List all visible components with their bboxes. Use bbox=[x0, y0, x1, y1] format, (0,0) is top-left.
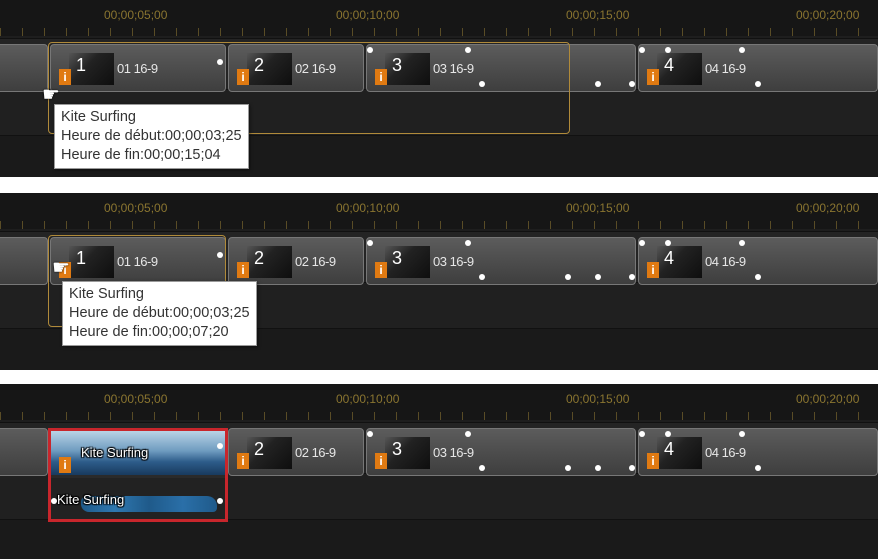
ruler-label: 00;00;10;00 bbox=[336, 201, 400, 215]
timeline-panel-1: 00;00;05;00 00;00;10;00 00;00;15;00 00;0… bbox=[0, 0, 878, 177]
keyframe-handle[interactable] bbox=[595, 274, 601, 280]
timeline-clip-2[interactable]: 2 02 16-9 i bbox=[228, 428, 364, 476]
clip-tooltip: Kite Surfing Heure de début:00;00;03;25 … bbox=[62, 281, 257, 346]
ruler-label: 00;00;10;00 bbox=[336, 392, 400, 406]
clip-number: 4 bbox=[664, 439, 675, 459]
keyframe-handle[interactable] bbox=[367, 431, 373, 437]
info-icon[interactable]: i bbox=[237, 453, 249, 469]
tooltip-start-time: Heure de début:00;00;03;25 bbox=[69, 305, 250, 321]
keyframe-handle[interactable] bbox=[755, 274, 761, 280]
ruler-label: 00;00;05;00 bbox=[104, 201, 168, 215]
audio-clip-label: Kite Surfing bbox=[57, 492, 125, 507]
info-icon[interactable]: i bbox=[375, 262, 387, 278]
keyframe-handle[interactable] bbox=[565, 465, 571, 471]
clip-tooltip: Kite Surfing Heure de début:00;00;03;25 … bbox=[54, 104, 249, 169]
keyframe-handle[interactable] bbox=[465, 431, 471, 437]
keyframe-handle[interactable] bbox=[639, 47, 645, 53]
time-ruler[interactable]: 00;00;05;00 00;00;10;00 00;00;15;00 00;0… bbox=[0, 384, 878, 420]
keyframe-handle[interactable] bbox=[665, 240, 671, 246]
keyframe-handle[interactable] bbox=[51, 498, 57, 504]
timeline-clip[interactable] bbox=[0, 428, 48, 476]
keyframe-handle[interactable] bbox=[665, 47, 671, 53]
ruler-ticks bbox=[0, 412, 878, 420]
ruler-label: 00;00;20;00 bbox=[796, 8, 860, 22]
kite-video-thumbnail: Kite Surfing i bbox=[51, 431, 225, 475]
clip-name: 03 16-9 bbox=[433, 445, 474, 460]
keyframe-handle[interactable] bbox=[367, 240, 373, 246]
tooltip-title: Kite Surfing bbox=[69, 286, 144, 302]
clip-name: 02 16-9 bbox=[295, 254, 336, 269]
clip-number: 2 bbox=[254, 248, 265, 268]
timeline-panel-2: 00;00;05;00 00;00;10;00 00;00;15;00 00;0… bbox=[0, 193, 878, 370]
keyframe-handle[interactable] bbox=[595, 81, 601, 87]
clip-name: 03 16-9 bbox=[433, 254, 474, 269]
clip-number: 4 bbox=[664, 55, 675, 75]
timeline-clip[interactable] bbox=[0, 44, 48, 92]
keyframe-handle[interactable] bbox=[479, 274, 485, 280]
info-icon[interactable]: i bbox=[59, 457, 71, 473]
info-icon[interactable]: i bbox=[375, 453, 387, 469]
selected-kite-surfing-clip[interactable]: Kite Surfing i Kite Surfing bbox=[48, 428, 228, 522]
ruler-label: 00;00;05;00 bbox=[104, 8, 168, 22]
timeline-clip-2[interactable]: 2 02 16-9 i bbox=[228, 237, 364, 285]
ruler-label: 00;00;15;00 bbox=[566, 201, 630, 215]
keyframe-handle[interactable] bbox=[639, 240, 645, 246]
ruler-label: 00;00;15;00 bbox=[566, 8, 630, 22]
tooltip-title: Kite Surfing bbox=[61, 109, 136, 125]
time-ruler[interactable]: 00;00;05;00 00;00;10;00 00;00;15;00 00;0… bbox=[0, 0, 878, 36]
ruler-label: 00;00;20;00 bbox=[796, 201, 860, 215]
clip-number: 2 bbox=[254, 439, 265, 459]
time-ruler[interactable]: 00;00;05;00 00;00;10;00 00;00;15;00 00;0… bbox=[0, 193, 878, 229]
clip-name: 02 16-9 bbox=[295, 445, 336, 460]
info-icon[interactable]: i bbox=[647, 69, 659, 85]
timeline-clip-4[interactable]: 4 04 16-9 i bbox=[638, 428, 878, 476]
info-icon[interactable]: i bbox=[237, 262, 249, 278]
keyframe-handle[interactable] bbox=[755, 465, 761, 471]
clip-number: 3 bbox=[392, 439, 403, 459]
timeline-clip-3[interactable]: 3 03 16-9 i bbox=[366, 428, 636, 476]
clip-number: 3 bbox=[392, 248, 403, 268]
ruler-label: 00;00;15;00 bbox=[566, 392, 630, 406]
timeline-clip[interactable] bbox=[0, 237, 48, 285]
ruler-ticks bbox=[0, 28, 878, 36]
keyframe-handle[interactable] bbox=[755, 81, 761, 87]
ruler-label: 00;00;20;00 bbox=[796, 392, 860, 406]
timeline-clip-4[interactable]: 4 04 16-9 i bbox=[638, 44, 878, 92]
keyframe-handle[interactable] bbox=[739, 240, 745, 246]
keyframe-handle[interactable] bbox=[465, 240, 471, 246]
info-icon[interactable]: i bbox=[647, 453, 659, 469]
ruler-ticks bbox=[0, 221, 878, 229]
audio-track[interactable] bbox=[0, 519, 878, 559]
keyframe-handle[interactable] bbox=[595, 465, 601, 471]
keyframe-handle[interactable] bbox=[629, 465, 635, 471]
kite-audio-waveform: Kite Surfing bbox=[51, 478, 225, 519]
keyframe-handle[interactable] bbox=[629, 81, 635, 87]
keyframe-handle[interactable] bbox=[739, 431, 745, 437]
keyframe-handle[interactable] bbox=[479, 465, 485, 471]
tooltip-end-time: Heure de fin:00;00;07;20 bbox=[69, 324, 229, 340]
hand-cursor-icon: ☛ bbox=[52, 257, 70, 279]
info-icon[interactable]: i bbox=[647, 262, 659, 278]
tooltip-start-time: Heure de début:00;00;03;25 bbox=[61, 128, 242, 144]
tooltip-end-time: Heure de fin:00;00;15;04 bbox=[61, 147, 221, 163]
keyframe-handle[interactable] bbox=[217, 498, 223, 504]
ruler-label: 00;00;10;00 bbox=[336, 8, 400, 22]
keyframe-handle[interactable] bbox=[629, 274, 635, 280]
clip-name: 04 16-9 bbox=[705, 445, 746, 460]
clip-number: 4 bbox=[664, 248, 675, 268]
keyframe-handle[interactable] bbox=[217, 443, 223, 449]
clip-name: 04 16-9 bbox=[705, 61, 746, 76]
timeline-clip-4[interactable]: 4 04 16-9 i bbox=[638, 237, 878, 285]
keyframe-handle[interactable] bbox=[639, 431, 645, 437]
keyframe-handle[interactable] bbox=[665, 431, 671, 437]
clip-name: 04 16-9 bbox=[705, 254, 746, 269]
video-clip-label: Kite Surfing bbox=[81, 445, 149, 460]
keyframe-handle[interactable] bbox=[565, 274, 571, 280]
keyframe-handle[interactable] bbox=[739, 47, 745, 53]
timeline-clip-3[interactable]: 3 03 16-9 i bbox=[366, 237, 636, 285]
ruler-label: 00;00;05;00 bbox=[104, 392, 168, 406]
